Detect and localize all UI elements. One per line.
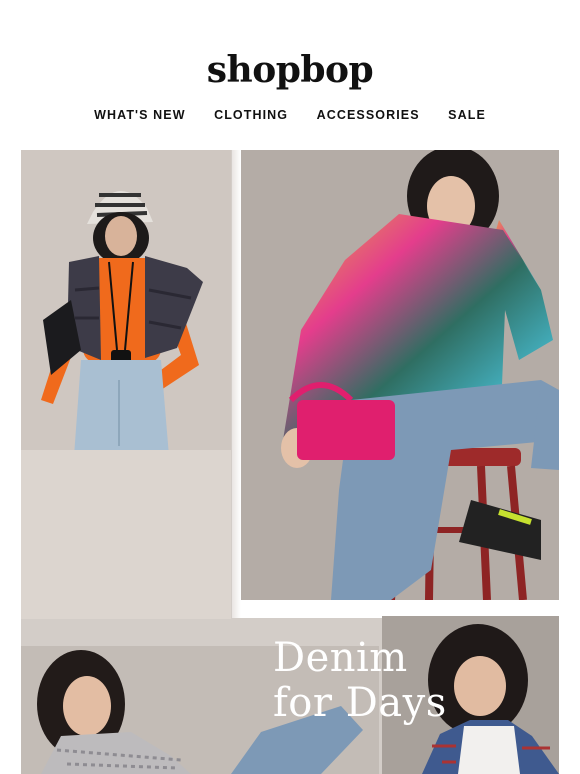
model-tie-dye-illustration bbox=[281, 150, 559, 600]
shopbop-logo[interactable]: shopbop bbox=[0, 48, 580, 92]
nav-item-clothing[interactable]: CLOTHING bbox=[214, 108, 288, 122]
nav-item-accessories[interactable]: ACCESSORIES bbox=[317, 108, 420, 122]
hero-headline-line-2: for Days bbox=[273, 680, 447, 726]
nav-item-whats-new[interactable]: WHAT'S NEW bbox=[94, 108, 186, 122]
model-photo-tie-dye-framed[interactable] bbox=[232, 150, 559, 618]
model-photo-puffer-vest[interactable] bbox=[21, 150, 231, 619]
photo-frame-shadow bbox=[232, 150, 241, 618]
main-nav: WHAT'S NEW CLOTHING ACCESSORIES SALE bbox=[0, 106, 580, 124]
hero-headline: Denim for Days bbox=[273, 636, 503, 726]
studio-floor bbox=[21, 450, 231, 619]
tie-dye-hoodie-photo bbox=[241, 150, 559, 600]
nav-item-sale[interactable]: SALE bbox=[448, 108, 486, 122]
hero-headline-line-1: Denim bbox=[273, 635, 408, 681]
hero-banner[interactable]: Denim for Days bbox=[21, 150, 559, 774]
